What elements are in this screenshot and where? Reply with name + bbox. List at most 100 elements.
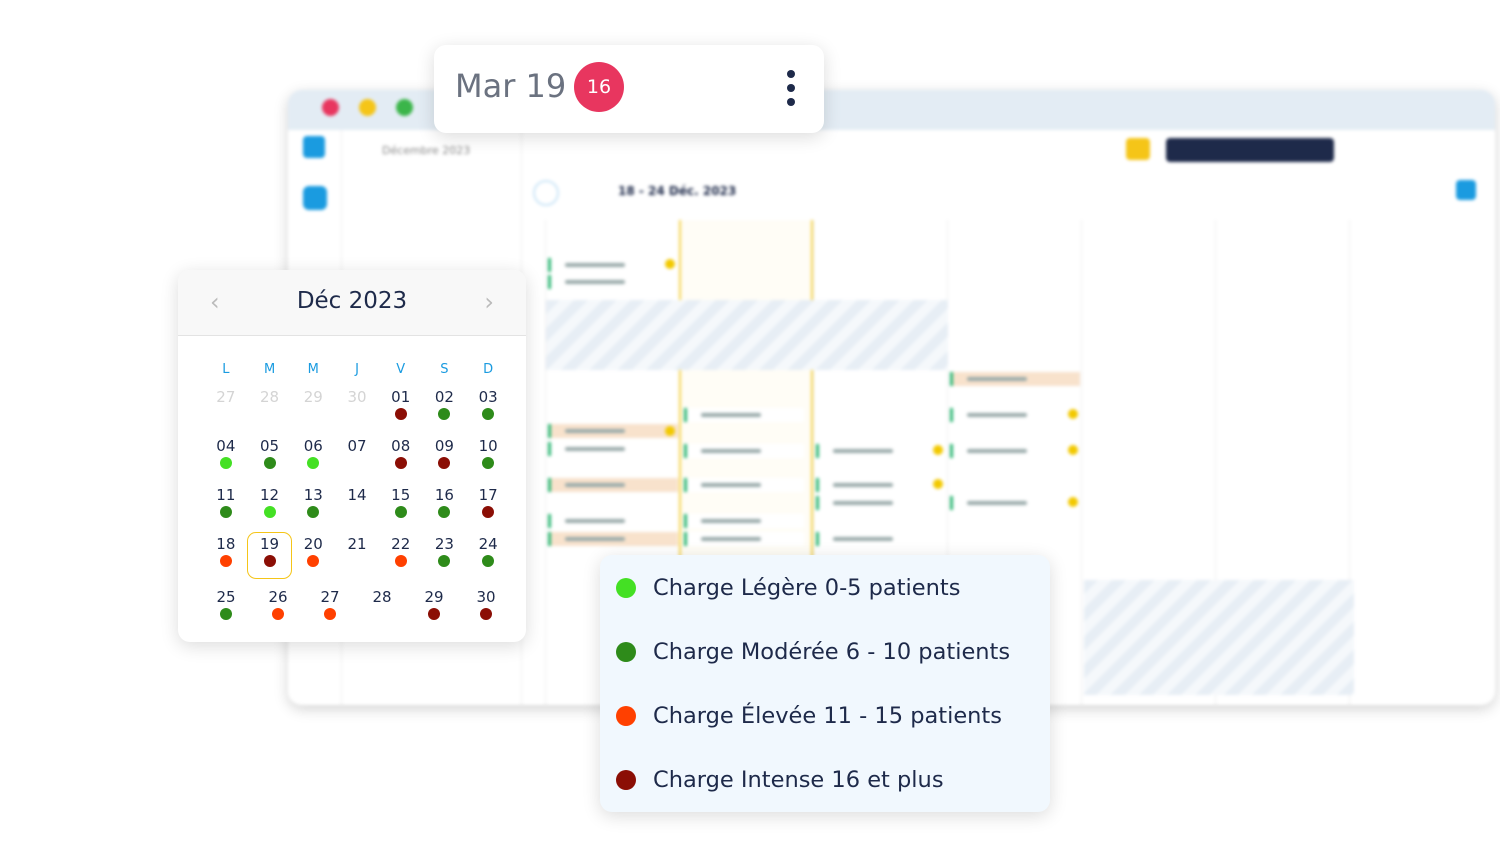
next-month-button[interactable]: ›: [484, 288, 494, 316]
day-number: 24: [478, 535, 498, 553]
calendar-days: 27 28 29 30 01 02 03 04 05 06 07 08 09 10 11 12 13 14 15 16…: [204, 388, 510, 579]
load-high-dot: [394, 555, 407, 567]
calendar-icon[interactable]: [533, 180, 559, 206]
load-intense-dot: [480, 608, 492, 620]
maximize-window-button[interactable]: [396, 99, 413, 116]
calendar-day[interactable]: 29: [408, 588, 460, 629]
load-moderate-dot: [220, 608, 232, 620]
load-moderate-dot: [307, 506, 320, 518]
load-high-dot: [324, 608, 336, 620]
calendar-day[interactable]: 10: [466, 437, 510, 478]
calendar-day[interactable]: 16: [423, 486, 467, 527]
calendar-day[interactable]: 01: [379, 388, 423, 429]
day-number: 05: [260, 437, 280, 455]
load-intense-dot: [263, 555, 276, 567]
day-number: 30: [476, 588, 496, 606]
app-logo: [303, 136, 325, 158]
day-number: 11: [216, 486, 236, 504]
load-moderate-dot: [482, 457, 495, 469]
calendar-day[interactable]: 28: [356, 588, 408, 629]
load-moderate-dot: [263, 457, 276, 469]
calendar-day[interactable]: 23: [423, 535, 467, 576]
load-high-dot: [219, 555, 232, 567]
calendar-day[interactable]: 30: [335, 388, 379, 429]
load-moderate-dot: [438, 408, 451, 420]
day-number: 21: [347, 535, 367, 553]
load-moderate-dot: [219, 506, 232, 518]
calendar-day[interactable]: 20: [291, 535, 335, 576]
calendar-day[interactable]: 18: [204, 535, 248, 576]
weekday-label: J: [355, 362, 359, 377]
day-number: 02: [434, 388, 454, 406]
calendar-day[interactable]: 30: [460, 588, 512, 629]
calendar-day[interactable]: 13: [291, 486, 335, 527]
calendar-day[interactable]: 09: [423, 437, 467, 478]
calendar-day[interactable]: 27: [204, 388, 248, 429]
load-moderate-dot: [482, 408, 495, 420]
load-light-dot: [219, 457, 232, 469]
more-options-icon[interactable]: [784, 70, 798, 106]
calendar-day[interactable]: 21: [335, 535, 379, 576]
legend-intense-dot: [616, 770, 636, 790]
calendar-day[interactable]: 06: [291, 437, 335, 478]
close-window-button[interactable]: [322, 99, 339, 116]
load-moderate-dot: [394, 506, 407, 518]
calendar-day[interactable]: 11: [204, 486, 248, 527]
load-moderate-dot: [438, 555, 451, 567]
weekday-label: V: [396, 362, 406, 377]
load-intense-dot: [438, 457, 451, 469]
load-high-dot: [307, 555, 320, 567]
calendar-day[interactable]: 12: [248, 486, 292, 527]
day-number: 06: [303, 437, 323, 455]
calendar-day[interactable]: 07: [335, 437, 379, 478]
day-number: 08: [391, 437, 411, 455]
calendar-day[interactable]: 28: [248, 388, 292, 429]
day-number: 29: [303, 388, 323, 406]
day-number: 19: [260, 535, 280, 553]
legend-high-dot: [616, 706, 636, 726]
agenda-icon[interactable]: [303, 186, 327, 210]
credit-button[interactable]: [1166, 138, 1334, 162]
calendar-day-selected[interactable]: 19: [246, 532, 293, 579]
legend-moderate-dot: [616, 642, 636, 662]
calendar-last-week: 25 26 27 28 29 30: [200, 588, 512, 629]
legend-item-high: Charge Élevée 11 - 15 patients: [616, 703, 1002, 729]
day-number: 14: [347, 486, 367, 504]
week-range: 18 - 24 Déc. 2023: [618, 184, 737, 198]
add-button[interactable]: [1456, 180, 1476, 200]
legend-label: Charge Intense 16 et plus: [653, 767, 944, 793]
weekday-label: M: [263, 362, 276, 377]
calendar-day[interactable]: 24: [466, 535, 510, 576]
day-tooltip-label: Mar 19: [455, 67, 567, 105]
day-number: 27: [320, 588, 340, 606]
calendar-day[interactable]: 22: [379, 535, 423, 576]
day-number: 07: [347, 437, 367, 455]
calendar-day[interactable]: 26: [252, 588, 304, 629]
legend-item-intense: Charge Intense 16 et plus: [616, 767, 944, 793]
help-button[interactable]: [1126, 138, 1150, 160]
load-legend: Charge Légère 0-5 patients Charge Modérée…: [600, 555, 1050, 812]
calendar-day[interactable]: 14: [335, 486, 379, 527]
calendar-day[interactable]: 15: [379, 486, 423, 527]
calendar-day[interactable]: 25: [200, 588, 252, 629]
day-number: 29: [424, 588, 444, 606]
calendar-day[interactable]: 04: [204, 437, 248, 478]
calendar-day[interactable]: 17: [466, 486, 510, 527]
day-number: 22: [391, 535, 411, 553]
load-intense-dot: [394, 457, 407, 469]
load-light-dot: [263, 506, 276, 518]
calendar-day[interactable]: 03: [466, 388, 510, 429]
load-moderate-dot: [438, 506, 451, 518]
day-number: 12: [260, 486, 280, 504]
legend-light-dot: [616, 578, 636, 598]
load-intense-dot: [428, 608, 440, 620]
calendar-day[interactable]: 05: [248, 437, 292, 478]
calendar-day[interactable]: 29: [291, 388, 335, 429]
calendar-day[interactable]: 08: [379, 437, 423, 478]
weekday-header: LMMJVSD: [204, 362, 510, 377]
day-number: 28: [372, 588, 392, 606]
minimize-window-button[interactable]: [359, 99, 376, 116]
calendar-day[interactable]: 02: [423, 388, 467, 429]
calendar-day[interactable]: 27: [304, 588, 356, 629]
legend-label: Charge Élevée 11 - 15 patients: [653, 703, 1002, 729]
